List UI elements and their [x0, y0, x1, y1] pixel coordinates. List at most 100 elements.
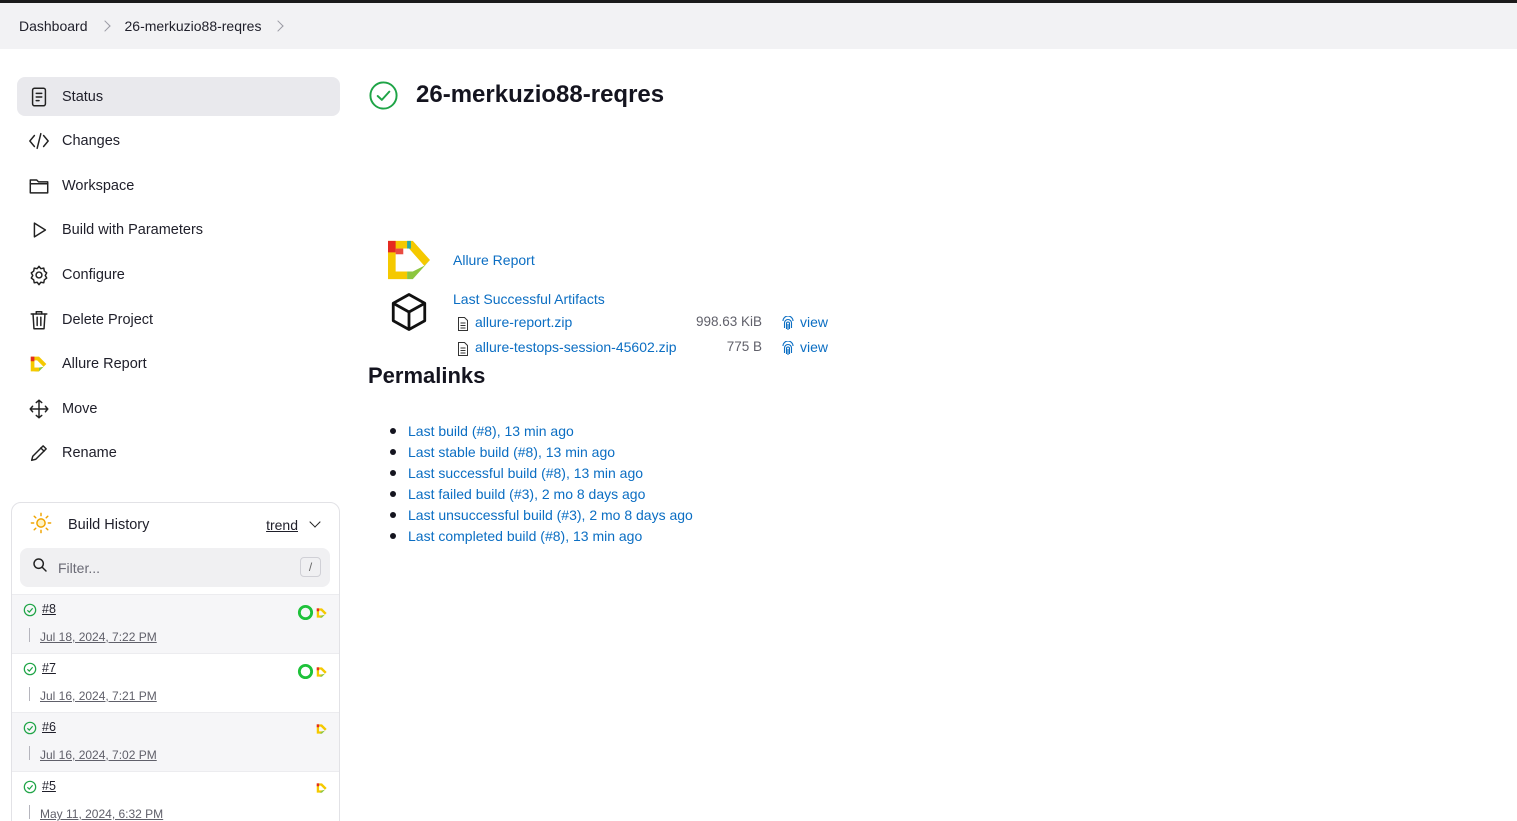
- page-title: 26-merkuzio88-reqres: [416, 81, 665, 108]
- build-number-link[interactable]: #5: [42, 779, 56, 793]
- permalink-last-failed-build[interactable]: Last failed build (#3), 2 mo 8 days ago: [408, 486, 645, 502]
- filter-shortcut-key: /: [300, 557, 321, 577]
- build-row-7[interactable]: #7 Jul 16, 2024, 7:21 PM: [12, 653, 339, 712]
- fingerprint-icon[interactable]: [781, 341, 795, 356]
- breadcrumb-chevron-icon[interactable]: [272, 20, 285, 32]
- breadcrumb-separator-icon: [98, 20, 111, 32]
- sidebar-item-changes[interactable]: Changes: [17, 121, 340, 160]
- artifact-size: 775 B: [726, 339, 762, 354]
- permalink-item: Last completed build (#8), 13 min ago: [390, 525, 693, 546]
- build-connector: [29, 805, 30, 819]
- build-date-link[interactable]: Jul 16, 2024, 7:02 PM: [40, 748, 157, 762]
- breadcrumb: Dashboard 26-merkuzio88-reqres: [0, 3, 1517, 49]
- artifact-view-link[interactable]: view: [800, 339, 828, 355]
- build-number-link[interactable]: #6: [42, 720, 56, 734]
- trend-link[interactable]: trend: [266, 517, 298, 533]
- sidebar-item-status[interactable]: Status: [17, 77, 340, 116]
- permalinks-list: Last build (#8), 13 min ago Last stable …: [390, 420, 693, 546]
- play-icon: [27, 218, 51, 242]
- build-filter-input[interactable]: [58, 559, 288, 576]
- testops-icon[interactable]: [297, 604, 314, 621]
- testops-icon[interactable]: [297, 663, 314, 680]
- code-icon: [27, 129, 51, 153]
- build-row-5[interactable]: #5 May 11, 2024, 6:32 PM: [12, 771, 339, 821]
- sidebar-item-build-with-parameters[interactable]: Build with Parameters: [17, 210, 340, 249]
- search-icon: [32, 557, 48, 578]
- fingerprint-icon[interactable]: [781, 316, 795, 331]
- build-badges: [315, 781, 329, 795]
- permalink-last-stable-build[interactable]: Last stable build (#8), 13 min ago: [408, 444, 615, 460]
- breadcrumb-dashboard[interactable]: Dashboard: [19, 18, 88, 34]
- permalink-last-build[interactable]: Last build (#8), 13 min ago: [408, 423, 574, 439]
- gear-icon: [27, 263, 51, 287]
- build-number-link[interactable]: #8: [42, 602, 56, 616]
- allure-icon: [27, 352, 51, 376]
- build-connector: [29, 746, 30, 760]
- build-connector: [29, 687, 30, 701]
- build-date-link[interactable]: Jul 18, 2024, 7:22 PM: [40, 630, 157, 644]
- last-successful-artifacts-link[interactable]: Last Successful Artifacts: [453, 291, 605, 307]
- allure-badge-icon[interactable]: [315, 722, 329, 736]
- trash-icon: [27, 308, 51, 332]
- success-check-icon: [23, 662, 37, 676]
- build-number-link[interactable]: #7: [42, 661, 56, 675]
- permalink-item: Last build (#8), 13 min ago: [390, 420, 693, 441]
- allure-report-logo-icon[interactable]: [386, 239, 432, 281]
- bullet: [390, 469, 396, 476]
- allure-badge-icon[interactable]: [315, 606, 329, 620]
- bullet: [390, 490, 396, 497]
- permalink-item: Last stable build (#8), 13 min ago: [390, 441, 693, 462]
- build-row-6[interactable]: #6 Jul 16, 2024, 7:02 PM: [12, 712, 339, 771]
- artifact-file-link[interactable]: allure-testops-session-45602.zip: [475, 339, 677, 355]
- sidebar-item-label: Build with Parameters: [62, 221, 204, 238]
- file-icon: [458, 342, 468, 356]
- sun-icon: [30, 512, 52, 538]
- build-row-8[interactable]: #8 Jul 18, 2024, 7:22 PM: [12, 594, 339, 653]
- build-date-link[interactable]: Jul 16, 2024, 7:21 PM: [40, 689, 157, 703]
- build-date-link[interactable]: May 11, 2024, 6:32 PM: [40, 807, 163, 821]
- allure-badge-icon[interactable]: [315, 665, 329, 679]
- artifact-row: allure-report.zip 998.63 KiB view: [457, 314, 837, 334]
- sidebar-item-label: Rename: [62, 444, 117, 461]
- success-check-icon: [23, 603, 37, 617]
- build-history-header: Build History trend: [12, 503, 339, 547]
- artifact-file-link[interactable]: allure-report.zip: [475, 314, 572, 330]
- artifact-view-link[interactable]: view: [800, 314, 828, 330]
- permalinks-heading: Permalinks: [368, 363, 486, 388]
- permalink-item: Last failed build (#3), 2 mo 8 days ago: [390, 483, 693, 504]
- permalink-last-successful-build[interactable]: Last successful build (#8), 13 min ago: [408, 465, 643, 481]
- sidebar-item-rename[interactable]: Rename: [17, 433, 340, 472]
- package-icon: [391, 293, 427, 331]
- build-history-title: Build History: [68, 517, 150, 533]
- permalink-last-unsuccessful-build[interactable]: Last unsuccessful build (#3), 2 mo 8 day…: [408, 507, 693, 523]
- sidebar-item-label: Changes: [62, 132, 121, 149]
- artifact-size: 998.63 KiB: [695, 314, 762, 329]
- project-status-success-icon: [369, 81, 398, 110]
- sidebar-item-move[interactable]: Move: [17, 389, 340, 428]
- chevron-down-icon[interactable]: [309, 516, 321, 528]
- allure-badge-icon[interactable]: [315, 781, 329, 795]
- build-connector: [29, 628, 30, 642]
- sidebar-item-label: Configure: [62, 266, 125, 283]
- breadcrumb-project[interactable]: 26-merkuzio88-reqres: [125, 18, 262, 34]
- sidebar-item-label: Delete Project: [62, 311, 154, 328]
- bullet: [390, 427, 396, 434]
- permalink-item: Last successful build (#8), 13 min ago: [390, 462, 693, 483]
- sidebar-item-label: Workspace: [62, 177, 135, 194]
- sidebar-item-workspace[interactable]: Workspace: [17, 166, 340, 205]
- sidebar-item-label: Allure Report: [62, 355, 147, 372]
- folder-icon: [27, 174, 51, 198]
- move-icon: [27, 397, 51, 421]
- build-badges: [297, 604, 329, 621]
- permalink-last-completed-build[interactable]: Last completed build (#8), 13 min ago: [408, 528, 642, 544]
- success-check-icon: [23, 721, 37, 735]
- pencil-icon: [27, 441, 51, 465]
- sidebar-item-allure-report[interactable]: Allure Report: [17, 344, 340, 383]
- sidebar-item-configure[interactable]: Configure: [17, 255, 340, 294]
- status-icon: [27, 85, 51, 109]
- bullet: [390, 532, 396, 539]
- filter-box: /: [20, 548, 330, 587]
- sidebar-item-delete-project[interactable]: Delete Project: [17, 300, 340, 339]
- file-icon: [458, 317, 468, 331]
- allure-report-link[interactable]: Allure Report: [453, 252, 535, 268]
